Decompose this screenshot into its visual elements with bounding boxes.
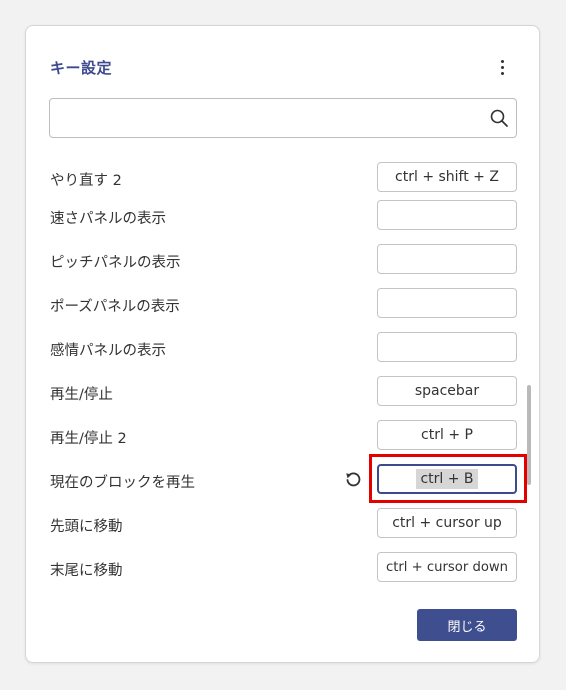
shortcut-label: ポーズパネルの表示	[50, 299, 180, 315]
shortcut-label: やり直す 2	[50, 173, 122, 189]
shortcut-key-text: spacebar	[414, 383, 480, 399]
shortcut-label: 末尾に移動	[50, 563, 123, 579]
dialog-title: キー設定	[50, 59, 113, 77]
shortcut-list: やり直す 2 ctrl + shift + Z 速さパネルの表示 ピッチパネルの…	[26, 156, 541, 586]
scrollbar-thumb[interactable]	[527, 385, 531, 485]
shortcut-key-button[interactable]: spacebar	[377, 376, 517, 406]
list-item: 再生/停止 spacebar	[26, 376, 541, 420]
close-button[interactable]: 閉じる	[417, 609, 517, 641]
shortcut-key-text: ctrl + P	[421, 427, 473, 443]
shortcut-label: 感情パネルの表示	[50, 343, 166, 359]
search-icon[interactable]	[489, 108, 509, 128]
list-item: 現在のブロックを再生 ctrl + B	[26, 464, 541, 508]
search-field[interactable]	[49, 98, 517, 138]
shortcut-label: 再生/停止 2	[50, 431, 127, 447]
shortcut-key-button[interactable]: ctrl + P	[377, 420, 517, 450]
shortcut-label: 再生/停止	[50, 387, 113, 403]
list-item: ピッチパネルの表示	[26, 244, 541, 288]
list-item: ポーズパネルの表示	[26, 288, 541, 332]
shortcut-key-button[interactable]: ctrl + cursor up	[377, 508, 517, 538]
shortcut-key-button[interactable]	[377, 288, 517, 318]
key-settings-dialog: キー設定 やり直す 2 ctrl + shift + Z 速さパネルの表示 ピッ…	[25, 25, 540, 663]
undo-icon[interactable]	[344, 470, 362, 488]
shortcut-label: 現在のブロックを再生	[50, 475, 195, 491]
shortcut-key-button[interactable]	[377, 244, 517, 274]
shortcut-key-button[interactable]: ctrl + cursor down	[377, 552, 517, 582]
shortcut-label: 先頭に移動	[50, 519, 123, 535]
shortcut-key-text: ctrl + shift + Z	[395, 169, 499, 185]
list-item: 再生/停止 2 ctrl + P	[26, 420, 541, 464]
shortcut-key-button[interactable]: ctrl + shift + Z	[377, 162, 517, 192]
shortcut-key-text: ctrl + cursor down	[385, 559, 509, 575]
shortcut-key-button[interactable]	[377, 200, 517, 230]
shortcut-key-text: ctrl + cursor up	[392, 515, 502, 531]
list-item: 速さパネルの表示	[26, 200, 541, 244]
more-vert-icon[interactable]	[492, 56, 512, 78]
shortcut-label: ピッチパネルの表示	[50, 255, 181, 271]
shortcut-key-text: ctrl + B	[416, 469, 478, 489]
list-item: 感情パネルの表示	[26, 332, 541, 376]
list-item: 先頭に移動 ctrl + cursor up	[26, 508, 541, 552]
shortcut-key-button-active[interactable]: ctrl + B	[377, 464, 517, 494]
search-input[interactable]	[50, 99, 470, 137]
list-item: 末尾に移動 ctrl + cursor down	[26, 552, 541, 586]
shortcut-label: 速さパネルの表示	[50, 211, 166, 227]
shortcut-key-button[interactable]	[377, 332, 517, 362]
